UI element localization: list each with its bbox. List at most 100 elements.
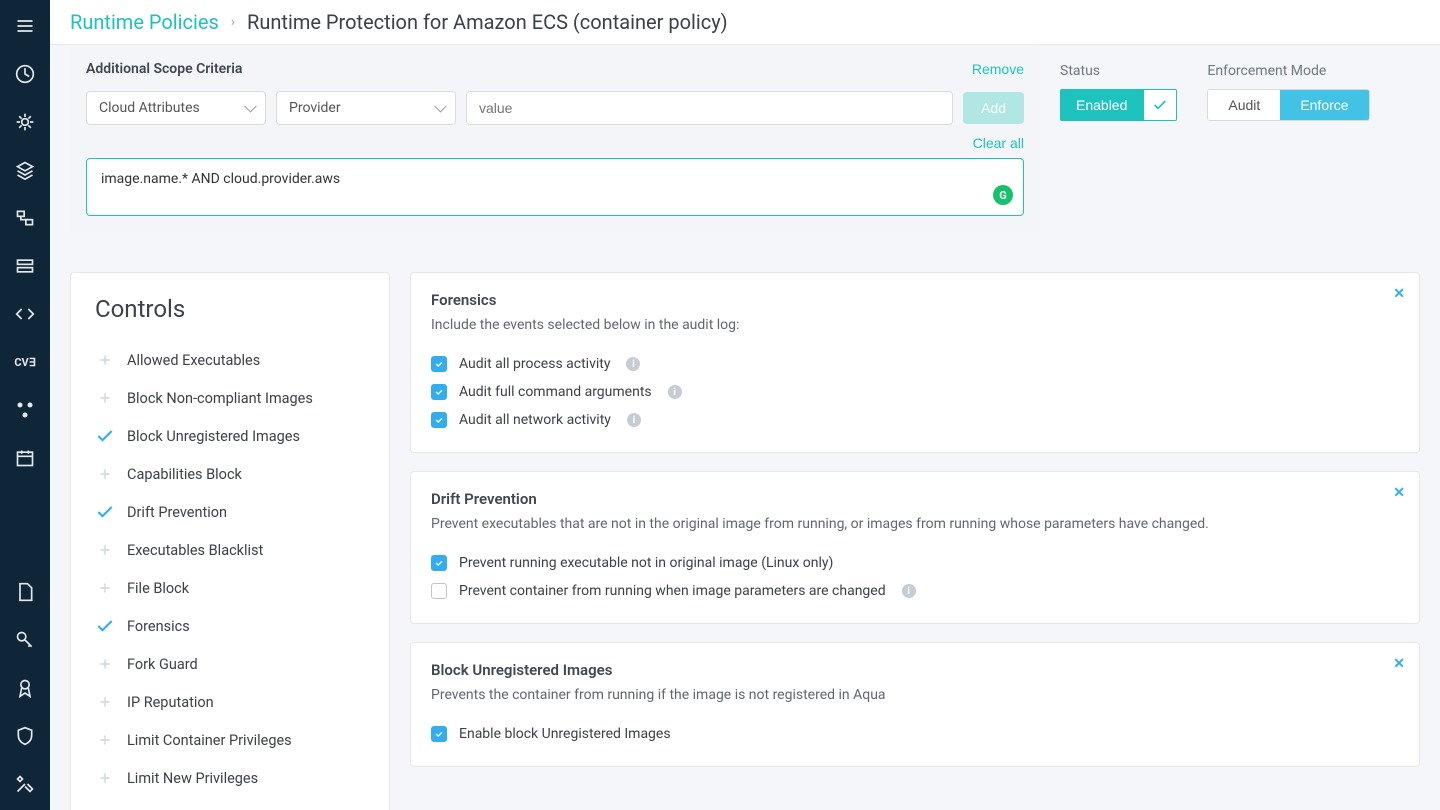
cluster-icon[interactable] [13,398,37,422]
calendar-icon[interactable] [13,446,37,470]
info-icon[interactable]: i [626,357,640,371]
control-item[interactable]: IP Reputation [95,683,365,721]
control-item[interactable]: Fork Guard [95,645,365,683]
menu-icon[interactable] [13,14,37,38]
value-input[interactable] [466,91,953,125]
checkbox-label: Prevent running executable not in origin… [459,555,833,571]
checkbox[interactable] [431,384,447,400]
checkbox-row: Prevent running executable not in origin… [431,549,1399,577]
checkbox-label: Audit all network activity [459,412,611,428]
plus-icon [95,464,115,484]
control-item[interactable]: Allowed Executables [95,341,365,379]
enforcement-block: Enforcement Mode Audit Enforce [1207,63,1369,232]
query-textarea[interactable]: image.name.* AND cloud.provider.aws G [86,158,1024,216]
breadcrumb: Runtime Policies › Runtime Protection fo… [50,0,1440,45]
tools-icon[interactable] [13,772,37,796]
control-label: Drift Prevention [127,504,227,521]
status-block: Status Enabled [1060,63,1177,232]
provider-select[interactable]: Provider [276,91,456,125]
card-description: Prevents the container from running if t… [431,685,1399,706]
plus-icon [95,692,115,712]
control-label: Executables Blacklist [127,542,263,559]
control-item[interactable]: Drift Prevention [95,493,365,531]
control-label: Block Non-compliant Images [127,390,313,407]
checkbox[interactable] [431,412,447,428]
plus-icon [95,388,115,408]
close-icon[interactable]: ✕ [1393,285,1405,302]
code-icon[interactable] [13,302,37,326]
checkbox[interactable] [431,555,447,571]
file-icon[interactable] [13,580,37,604]
server-icon[interactable] [13,254,37,278]
info-icon[interactable]: i [627,413,641,427]
checkbox-label: Prevent container from running when imag… [459,583,886,599]
checkbox-row: Audit all process activity i [431,350,1399,378]
close-icon[interactable]: ✕ [1393,655,1405,672]
control-item[interactable]: Block Non-compliant Images [95,379,365,417]
enforcement-label: Enforcement Mode [1207,63,1369,79]
breadcrumb-parent[interactable]: Runtime Policies [70,10,219,34]
control-label: Capabilities Block [127,466,242,483]
card-description: Include the events selected below in the… [431,315,1399,336]
control-label: Allowed Executables [127,352,260,369]
status-indicator[interactable] [1143,89,1177,121]
dashboard-icon[interactable] [13,62,37,86]
checkbox[interactable] [431,726,447,742]
scope-criteria-box: Additional Scope Criteria Remove Cloud A… [70,45,1040,232]
control-item[interactable]: Limit Container Privileges [95,721,365,759]
badge-icon[interactable] [13,676,37,700]
query-text: image.name.* AND cloud.provider.aws [101,171,340,187]
checkbox-row: Audit all network activity i [431,406,1399,434]
shield-icon[interactable] [13,724,37,748]
add-button[interactable]: Add [963,92,1024,124]
sidebar-nav: CV∃ [0,0,50,810]
helm-icon[interactable] [13,110,37,134]
control-label: Limit Container Privileges [127,732,292,749]
scope-title: Additional Scope Criteria [86,61,242,77]
audit-button[interactable]: Audit [1208,90,1280,120]
control-item[interactable]: Capabilities Block [95,455,365,493]
plus-icon [95,578,115,598]
control-label: Fork Guard [127,656,198,673]
check-icon [95,426,115,446]
checkbox-row: Enable block Unregistered Images [431,720,1399,748]
status-label: Status [1060,63,1177,79]
control-item[interactable]: Executables Blacklist [95,531,365,569]
key-icon[interactable] [13,628,37,652]
status-enabled-button[interactable]: Enabled [1060,89,1143,121]
plus-icon [95,768,115,788]
network-icon[interactable] [13,206,37,230]
checkbox-row: Audit full command arguments i [431,378,1399,406]
checkbox[interactable] [431,356,447,372]
info-icon[interactable]: i [668,385,682,399]
clear-all-button[interactable]: Clear all [973,135,1024,151]
control-label: Forensics [127,618,190,635]
controls-title: Controls [95,295,365,323]
checkbox-label: Audit full command arguments [459,384,652,400]
plus-icon [95,730,115,750]
remove-button[interactable]: Remove [972,61,1024,77]
control-item[interactable]: File Block [95,569,365,607]
layers-icon[interactable] [13,158,37,182]
control-label: IP Reputation [127,694,214,711]
cve-icon[interactable]: CV∃ [13,350,37,374]
control-item[interactable]: Forensics [95,607,365,645]
control-card: ✕Block Unregistered Images Prevents the c… [410,642,1420,767]
control-item[interactable]: Limit New Privileges [95,759,365,797]
checkbox-row: Prevent container from running when imag… [431,577,1399,605]
control-label: Limit New Privileges [127,770,258,787]
control-label: Block Unregistered Images [127,428,300,445]
check-icon [95,502,115,522]
checkbox-label: Audit all process activity [459,356,610,372]
close-icon[interactable]: ✕ [1393,484,1405,501]
control-item[interactable]: Block Unregistered Images [95,417,365,455]
controls-panel: Controls Allowed Executables Block Non-co… [70,272,390,810]
card-title: Block Unregistered Images [431,661,1399,679]
attribute-select[interactable]: Cloud Attributes [86,91,266,125]
breadcrumb-current: Runtime Protection for Amazon ECS (conta… [247,10,728,34]
grammarly-icon: G [993,185,1013,205]
checkbox[interactable] [431,583,447,599]
plus-icon [95,654,115,674]
info-icon[interactable]: i [902,584,916,598]
enforce-button[interactable]: Enforce [1280,90,1368,120]
